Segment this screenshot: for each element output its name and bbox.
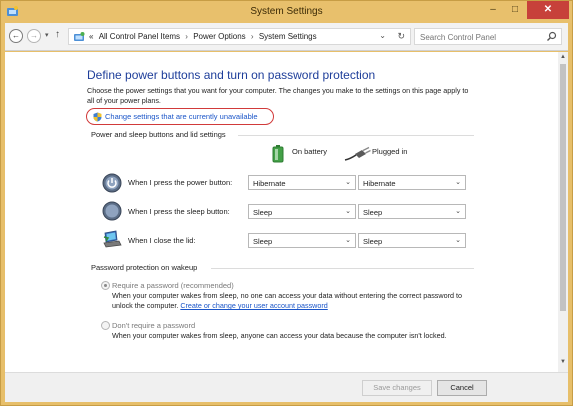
- plugged-in-header: Plugged in: [372, 147, 408, 156]
- breadcrumb-item-system-settings[interactable]: System Settings: [259, 32, 317, 41]
- cancel-button[interactable]: Cancel: [437, 380, 487, 396]
- laptop-lid-icon: [103, 230, 122, 248]
- section-divider: [238, 135, 474, 136]
- power-button-plugged-select[interactable]: Hibernate ⌄: [358, 175, 466, 190]
- back-button[interactable]: ←: [9, 29, 23, 43]
- recent-locations-chevron-icon[interactable]: ▾: [45, 31, 49, 39]
- sleep-button-icon: [102, 201, 122, 221]
- selected-value: Sleep: [363, 208, 383, 217]
- require-password-label[interactable]: Require a password (recommended): [112, 281, 234, 290]
- change-settings-link[interactable]: Change settings that are currently unava…: [86, 108, 274, 125]
- no-password-desc: When your computer wakes from sleep, any…: [112, 331, 447, 340]
- search-box[interactable]: [414, 28, 562, 45]
- close-button[interactable]: ✕: [527, 1, 569, 19]
- no-password-label[interactable]: Don't require a password: [112, 321, 195, 330]
- overflow-chevron-icon[interactable]: «: [89, 32, 93, 41]
- vertical-scrollbar[interactable]: ▲ ▼: [558, 52, 568, 372]
- intro-text: Choose the power settings that you want …: [87, 86, 469, 105]
- plug-icon: [344, 146, 371, 161]
- chevron-right-icon[interactable]: ›: [185, 32, 188, 41]
- selected-value: Sleep: [363, 237, 383, 246]
- selected-value: Hibernate: [363, 179, 396, 188]
- sleep-button-battery-select[interactable]: Sleep ⌄: [248, 204, 356, 219]
- breadcrumb-path: « All Control Panel Items › Power Option…: [89, 32, 317, 41]
- title-bar[interactable]: System Settings – □ ✕: [1, 1, 572, 23]
- search-icon[interactable]: [546, 31, 557, 42]
- chevron-down-icon: ⌄: [345, 208, 351, 215]
- forward-button[interactable]: →: [27, 29, 41, 43]
- breadcrumb-item-power-options[interactable]: Power Options: [193, 32, 245, 41]
- no-password-radio[interactable]: [101, 321, 110, 330]
- section-divider: [211, 268, 474, 269]
- search-input[interactable]: [420, 31, 540, 43]
- minimize-button[interactable]: –: [482, 1, 504, 19]
- shield-icon: [93, 112, 102, 122]
- scroll-up-icon[interactable]: ▲: [558, 54, 568, 60]
- battery-icon: [272, 145, 284, 163]
- up-button[interactable]: ↑: [55, 29, 60, 40]
- require-password-desc: When your computer wakes from sleep, no …: [112, 291, 472, 311]
- chevron-down-icon: ⌄: [345, 237, 351, 244]
- password-section-title: Password protection on wakeup: [91, 263, 198, 272]
- lid-battery-select[interactable]: Sleep ⌄: [248, 233, 356, 248]
- power-button-label: When I press the power button:: [128, 178, 233, 187]
- require-password-radio[interactable]: [101, 281, 110, 290]
- power-button-battery-select[interactable]: Hibernate ⌄: [248, 175, 356, 190]
- control-panel-icon: [74, 32, 85, 41]
- close-lid-label: When I close the lid:: [128, 236, 196, 245]
- change-settings-label[interactable]: Change settings that are currently unava…: [105, 112, 258, 121]
- maximize-button[interactable]: □: [504, 1, 526, 19]
- change-password-link[interactable]: Create or change your user account passw…: [180, 301, 327, 310]
- chevron-down-icon: ⌄: [455, 208, 461, 215]
- selected-value: Sleep: [253, 208, 273, 217]
- chevron-down-icon: ⌄: [345, 179, 351, 186]
- address-dropdown-icon[interactable]: ⌄: [379, 31, 386, 40]
- window-frame: System Settings – □ ✕ ← → ▾ ↑ « All Cont…: [0, 0, 573, 406]
- selected-value: Hibernate: [253, 179, 286, 188]
- scrollbar-thumb[interactable]: [560, 64, 566, 311]
- selected-value: Sleep: [253, 237, 273, 246]
- address-bar: ← → ▾ ↑ « All Control Panel Items › Powe…: [5, 23, 568, 51]
- breadcrumb[interactable]: « All Control Panel Items › Power Option…: [68, 28, 411, 45]
- breadcrumb-item-control-panel[interactable]: All Control Panel Items: [99, 32, 180, 41]
- chevron-right-icon[interactable]: ›: [251, 32, 254, 41]
- lid-plugged-select[interactable]: Sleep ⌄: [358, 233, 466, 248]
- sleep-button-plugged-select[interactable]: Sleep ⌄: [358, 204, 466, 219]
- page-title: Define power buttons and turn on passwor…: [87, 68, 376, 82]
- on-battery-header: On battery: [292, 147, 328, 156]
- refresh-icon[interactable]: ↻: [397, 31, 405, 42]
- chevron-down-icon: ⌄: [455, 237, 461, 244]
- save-changes-button[interactable]: Save changes: [362, 380, 432, 396]
- scroll-down-icon[interactable]: ▼: [558, 359, 568, 365]
- chevron-down-icon: ⌄: [455, 179, 461, 186]
- power-button-icon: [102, 173, 122, 193]
- sleep-button-label: When I press the sleep button:: [128, 207, 230, 216]
- power-section-title: Power and sleep buttons and lid settings: [91, 130, 226, 139]
- footer-bar: Save changes Cancel: [5, 372, 568, 402]
